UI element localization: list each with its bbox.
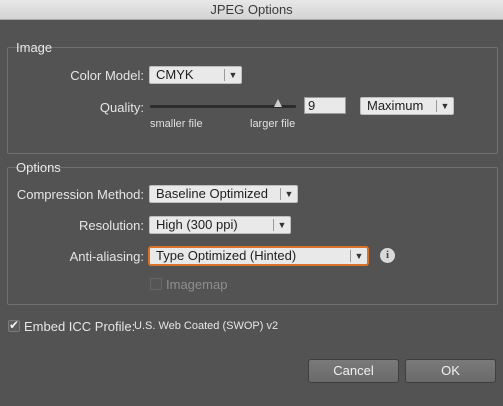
dropdown-separator [273,219,274,231]
dropdown-separator [350,250,351,262]
color-model-dropdown[interactable]: CMYK ▼ [149,66,242,84]
compression-label: Compression Method: [16,187,144,202]
chevron-down-icon: ▼ [440,101,450,111]
anti-aliasing-label: Anti-aliasing: [69,249,144,264]
compression-value: Baseline Optimized [156,186,268,201]
resolution-value: High (300 ppi) [156,217,238,232]
quality-value-field[interactable]: 9 [304,97,346,114]
quality-value: 9 [308,98,316,113]
dropdown-separator [436,100,437,112]
embed-icc-checkbox[interactable]: ✔ [8,318,20,332]
embed-icc-label: Embed ICC Profile: [24,319,136,334]
ok-button[interactable]: OK [405,359,496,383]
quality-label: Quality: [99,100,144,115]
anti-aliasing-dropdown[interactable]: Type Optimized (Hinted) ▼ [149,247,368,265]
quality-slider-thumb[interactable] [274,99,282,107]
imagemap-label: Imagemap [166,277,228,292]
chevron-down-icon: ▼ [284,189,294,199]
cancel-button[interactable]: Cancel [308,359,399,383]
compression-dropdown[interactable]: Baseline Optimized ▼ [149,185,298,203]
quality-min-label: smaller file [150,118,203,130]
dropdown-separator [280,188,281,200]
imagemap-checkbox[interactable] [150,278,162,290]
anti-aliasing-value: Type Optimized (Hinted) [156,248,297,263]
embed-icc-profile: U.S. Web Coated (SWOP) v2 [134,320,279,332]
chevron-down-icon: ▼ [277,220,287,230]
chevron-down-icon: ▼ [228,70,238,80]
info-icon[interactable]: i [380,248,395,263]
quality-preset-dropdown[interactable]: Maximum ▼ [360,97,454,115]
color-model-label: Color Model: [70,68,144,83]
quality-preset-value: Maximum [367,98,424,113]
chevron-down-icon: ▼ [354,251,364,261]
dropdown-separator [224,69,225,81]
quality-max-label: larger file [250,118,296,130]
options-group-title: Options [16,160,61,175]
checkmark-icon: ✔ [9,318,20,332]
resolution-label: Resolution: [78,218,144,233]
window-title: JPEG Options [0,0,503,20]
image-group-title: Image [16,40,53,55]
resolution-dropdown[interactable]: High (300 ppi) ▼ [149,216,291,234]
color-model-value: CMYK [156,67,194,82]
